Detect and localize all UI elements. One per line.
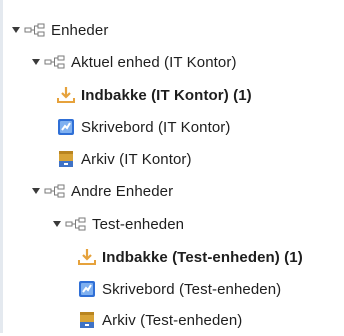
inbox-tray-icon [77,247,97,267]
tree-node-enheder[interactable]: Enheder [0,14,344,46]
tree-item-label: Indbakke (IT Kontor) (1) [81,86,252,104]
tree-node-other-units[interactable]: Andre Enheder [0,175,344,207]
tree-node-label: Andre Enheder [71,182,174,200]
archive-icon [77,310,97,330]
expand-arrow-icon[interactable] [32,59,40,65]
expand-arrow-icon[interactable] [32,188,40,194]
org-tree-icon [44,184,66,198]
org-tree-icon [65,217,87,231]
tree-item-inbox[interactable]: Indbakke (Test-enheden) (1) [0,241,344,273]
org-tree-icon [44,55,66,69]
archive-icon [56,149,76,169]
tree-item-desktop[interactable]: Skrivebord (Test-enheden) [0,273,344,305]
tree-node-label: Enheder [51,21,109,39]
tree-node-label: Aktuel enhed (IT Kontor) [71,53,237,71]
tree-item-label: Skrivebord (IT Kontor) [81,118,231,136]
tree-node-test-unit[interactable]: Test-enheden [0,208,344,240]
expand-arrow-icon[interactable] [12,27,20,33]
desktop-icon [56,117,76,137]
org-tree-icon [24,23,46,37]
tree-item-desktop[interactable]: Skrivebord (IT Kontor) [0,111,344,143]
tree-node-label: Test-enheden [92,215,185,233]
tree-item-label: Arkiv (Test-enheden) [102,311,243,329]
tree-item-archive[interactable]: Arkiv (Test-enheden) [0,304,344,336]
tree-item-archive[interactable]: Arkiv (IT Kontor) [0,143,344,175]
inbox-tray-icon [56,85,76,105]
tree-item-label: Indbakke (Test-enheden) (1) [102,248,303,266]
expand-arrow-icon[interactable] [53,221,61,227]
tree-item-label: Skrivebord (Test-enheden) [102,280,282,298]
desktop-icon [77,279,97,299]
tree-node-current-unit[interactable]: Aktuel enhed (IT Kontor) [0,46,344,78]
tree-item-inbox[interactable]: Indbakke (IT Kontor) (1) [0,79,344,111]
tree-item-label: Arkiv (IT Kontor) [81,150,192,168]
